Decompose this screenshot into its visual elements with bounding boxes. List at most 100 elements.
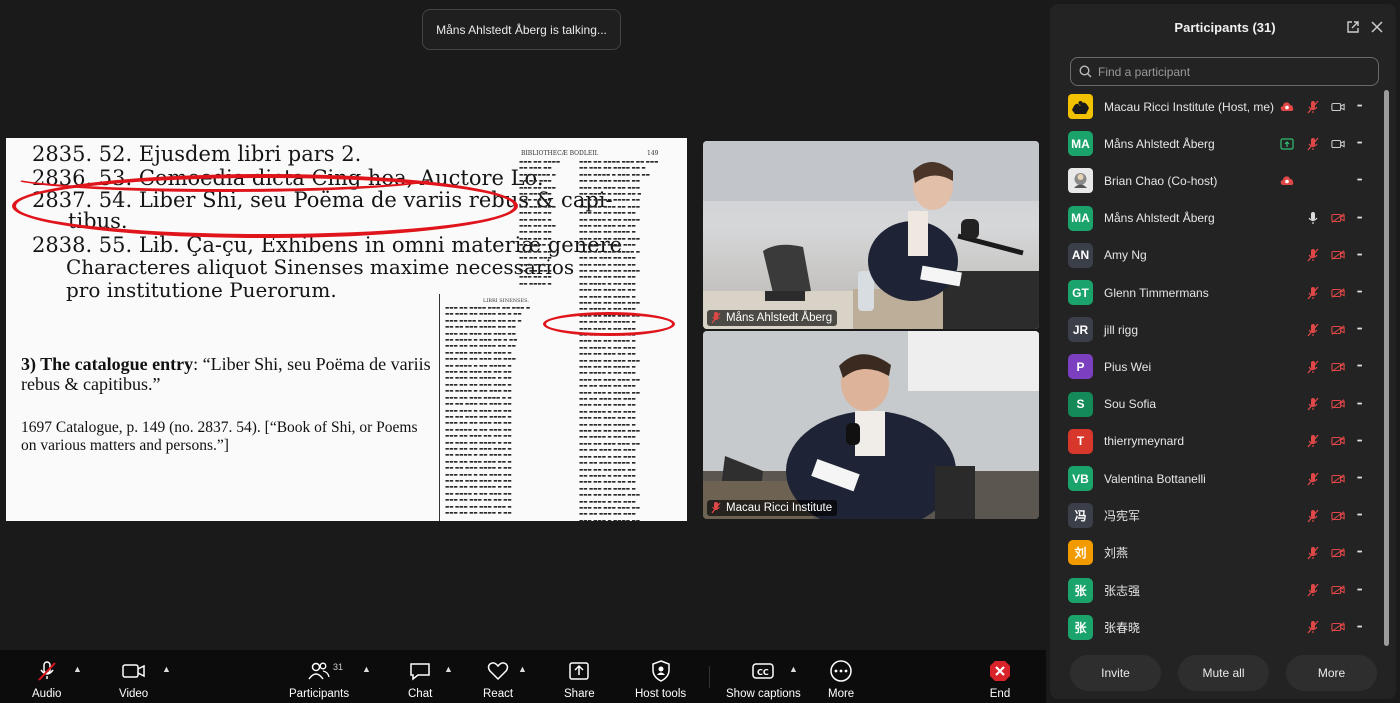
- share-button[interactable]: Share: [564, 659, 595, 700]
- search-input[interactable]: [1098, 64, 1368, 79]
- mic-muted-icon[interactable]: [1306, 434, 1320, 448]
- video-off-icon[interactable]: [1331, 434, 1345, 448]
- video-camera-icon[interactable]: [1331, 100, 1345, 114]
- more-options-icon[interactable]: •••: [1357, 103, 1362, 110]
- more-options-icon[interactable]: •••: [1357, 438, 1362, 445]
- participants-panel: Participants (31) Macau Ricci Institute …: [1050, 4, 1396, 699]
- invite-button[interactable]: Invite: [1070, 655, 1161, 691]
- chevron-up-icon[interactable]: ▲: [162, 664, 171, 674]
- chevron-up-icon[interactable]: ▲: [789, 664, 798, 674]
- video-tile[interactable]: Måns Ahlstedt Åberg: [703, 141, 1039, 329]
- video-off-icon[interactable]: [1331, 472, 1345, 486]
- more-options-icon[interactable]: •••: [1357, 401, 1362, 408]
- video-off-icon[interactable]: [1331, 397, 1345, 411]
- chevron-up-icon[interactable]: ▲: [73, 664, 82, 674]
- close-icon[interactable]: [1368, 18, 1386, 36]
- mic-muted-icon: [711, 502, 721, 514]
- mic-muted-icon[interactable]: [1306, 137, 1320, 151]
- participant-row[interactable]: GT Glenn Timmermans •••: [1050, 274, 1380, 311]
- participant-search[interactable]: [1070, 57, 1379, 86]
- more-options-icon[interactable]: •••: [1357, 624, 1362, 631]
- video-label: Video: [119, 688, 149, 700]
- more-options-icon[interactable]: •••: [1357, 289, 1362, 296]
- mic-muted-icon[interactable]: [1306, 100, 1320, 114]
- participant-row[interactable]: 刘刘燕 •••: [1050, 534, 1380, 571]
- meeting-stage: Måns Ahlstedt Åberg is talking... 2835. …: [0, 0, 1046, 650]
- video-off-icon[interactable]: [1331, 323, 1345, 337]
- mute-all-button[interactable]: Mute all: [1178, 655, 1269, 691]
- more-options-icon[interactable]: •••: [1357, 475, 1362, 482]
- end-button[interactable]: End: [988, 659, 1012, 700]
- mic-muted-icon[interactable]: [1306, 583, 1320, 597]
- avatar: S: [1068, 391, 1093, 417]
- video-tile[interactable]: Macau Ricci Institute: [703, 331, 1039, 519]
- mic-muted-icon[interactable]: [1306, 620, 1320, 634]
- chevron-up-icon[interactable]: ▲: [518, 664, 527, 674]
- participant-row[interactable]: Macau Ricci Institute (Host, me) •••: [1050, 88, 1380, 125]
- participant-row[interactable]: 冯冯宪军 •••: [1050, 497, 1380, 534]
- chevron-up-icon[interactable]: ▲: [444, 664, 453, 674]
- video-off-icon[interactable]: [1331, 509, 1345, 523]
- video-off-icon[interactable]: [1331, 583, 1345, 597]
- scrollbar[interactable]: [1384, 90, 1389, 646]
- shared-screen[interactable]: 2835. 52. Ejusdem libri pars 2. 2836. 53…: [6, 138, 687, 521]
- column-divider: [439, 294, 440, 521]
- pop-out-icon[interactable]: [1344, 18, 1362, 36]
- video-button[interactable]: Video: [119, 659, 148, 700]
- video-off-icon[interactable]: [1331, 620, 1345, 634]
- video-off-icon[interactable]: [1331, 248, 1345, 262]
- participant-name: 冯宪军: [1104, 509, 1141, 524]
- participant-row[interactable]: Brian Chao (Co-host) •••: [1050, 162, 1380, 199]
- talking-indicator: Måns Ahlstedt Åberg is talking...: [422, 9, 621, 50]
- more-options-icon[interactable]: •••: [1357, 587, 1362, 594]
- more-options-icon[interactable]: •••: [1357, 140, 1362, 147]
- more-button[interactable]: More: [1286, 655, 1377, 691]
- search-icon: [1079, 65, 1092, 78]
- participant-name: Brian Chao (Co-host): [1104, 173, 1218, 188]
- mic-muted-icon[interactable]: [1306, 546, 1320, 560]
- more-options-icon[interactable]: •••: [1357, 512, 1362, 519]
- react-button[interactable]: React: [483, 659, 513, 700]
- participant-list: Macau Ricci Institute (Host, me) ••• MA Mån…: [1050, 88, 1380, 648]
- host-tools-button[interactable]: Host tools: [635, 659, 686, 700]
- video-off-icon[interactable]: [1331, 211, 1345, 225]
- participant-row[interactable]: P Pius Wei •••: [1050, 348, 1380, 385]
- more-options-icon[interactable]: •••: [1357, 326, 1362, 333]
- more-options-icon[interactable]: •••: [1357, 363, 1362, 370]
- avatar: 张: [1068, 577, 1093, 603]
- mic-muted-icon[interactable]: [1306, 248, 1320, 262]
- cloud-record-icon: [1280, 100, 1294, 114]
- participant-row[interactable]: JR jill rigg •••: [1050, 311, 1380, 348]
- mic-muted-icon[interactable]: [1306, 397, 1320, 411]
- more-options-icon[interactable]: •••: [1357, 215, 1362, 222]
- video-off-icon[interactable]: [1331, 546, 1345, 560]
- mic-muted-icon[interactable]: [1306, 472, 1320, 486]
- participant-name: Sou Sofia: [1104, 397, 1157, 412]
- mic-muted-icon[interactable]: [1306, 286, 1320, 300]
- participant-row[interactable]: 张张志强 •••: [1050, 572, 1380, 609]
- participant-row[interactable]: S Sou Sofia •••: [1050, 386, 1380, 423]
- video-off-icon[interactable]: [1331, 360, 1345, 374]
- participant-row[interactable]: VB Valentina Bottanelli •••: [1050, 460, 1380, 497]
- participant-row[interactable]: MA Måns Ahlstedt Åberg •••: [1050, 125, 1380, 162]
- mic-muted-icon[interactable]: [1306, 323, 1320, 337]
- participant-row[interactable]: MA Måns Ahlstedt Åberg •••: [1050, 200, 1380, 237]
- svg-text:CC: CC: [757, 668, 769, 677]
- mic-muted-icon[interactable]: [1306, 509, 1320, 523]
- participant-row[interactable]: 张张春晓 •••: [1050, 609, 1380, 646]
- more-options-icon[interactable]: •••: [1357, 252, 1362, 259]
- participant-name: 张春晓: [1104, 620, 1141, 635]
- chevron-up-icon[interactable]: ▲: [362, 664, 371, 674]
- more-options-icon[interactable]: •••: [1357, 549, 1362, 556]
- mic-muted-icon[interactable]: [1306, 360, 1320, 374]
- chat-button[interactable]: Chat: [408, 659, 432, 700]
- participant-row[interactable]: Tthierrymeynard •••: [1050, 423, 1380, 460]
- more-options-icon[interactable]: •••: [1357, 177, 1362, 184]
- more-icon: [830, 660, 852, 682]
- participant-row[interactable]: AN Amy Ng •••: [1050, 237, 1380, 274]
- audio-button[interactable]: Audio: [32, 659, 61, 700]
- video-camera-icon[interactable]: [1331, 137, 1345, 151]
- mic-icon[interactable]: [1306, 211, 1320, 225]
- video-off-icon[interactable]: [1331, 286, 1345, 300]
- more-toolbar-button[interactable]: More: [828, 659, 854, 700]
